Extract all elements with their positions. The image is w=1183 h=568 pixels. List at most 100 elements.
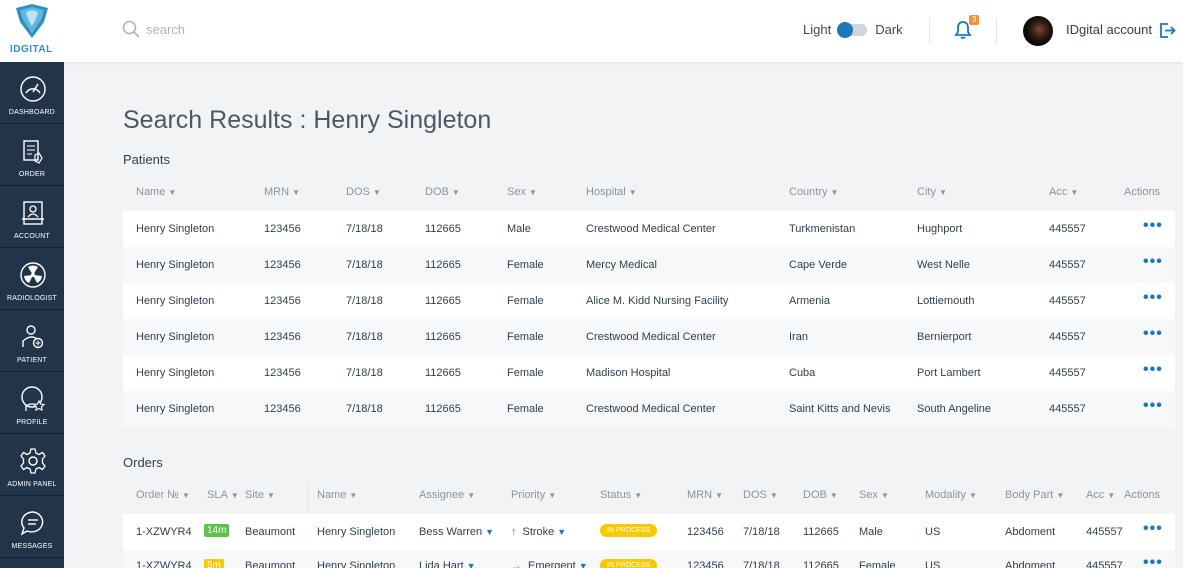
column-header-acc[interactable]: Acc ▼ [1049,186,1078,198]
cell-city: West Nelle [917,259,970,271]
theme-switch: Light Dark [803,21,903,38]
theme-toggle[interactable] [837,21,868,38]
column-header-priority[interactable]: Priority ▼ [511,489,556,501]
column-header-hospital[interactable]: Hospital ▼ [586,186,637,198]
column-header-mrn[interactable]: MRN ▼ [264,186,300,198]
sidebar-item-profile[interactable]: PROFILE [0,372,64,434]
more-actions-icon[interactable]: ••• [1143,290,1163,306]
cell-name[interactable]: Henry Singleton [136,223,214,235]
sidebar-item-patient[interactable]: PATIENT [0,310,64,372]
table-row[interactable]: 1-XZWYR4 14m Beaumont Henry Singleton Be… [123,514,1175,550]
cell-name[interactable]: Henry Singleton [136,367,214,379]
column-header-sex[interactable]: Sex ▼ [859,489,889,501]
cell-body-part: Abdoment [1005,560,1056,568]
more-actions-icon[interactable]: ••• [1143,398,1163,414]
column-header-assignee[interactable]: Assignee ▼ [419,489,475,501]
table-row[interactable]: Henry Singleton 123456 7/18/18 112665 Fe… [123,391,1175,427]
cell-hospital: Crestwood Medical Center [586,331,716,343]
top-bar: IDGITAL search Light Dark 3 IDgital acco… [0,0,1183,62]
priority-dropdown[interactable]: ↑ Stroke ▼ [511,526,566,538]
column-header-name[interactable]: Name ▼ [136,186,176,198]
column-header-dob[interactable]: DOB ▼ [803,489,838,501]
table-row[interactable]: Henry Singleton 123456 7/18/18 112665 Fe… [123,355,1175,391]
column-header-modality[interactable]: Modality ▼ [925,489,977,501]
more-actions-icon[interactable]: ••• [1143,555,1163,568]
cell-name[interactable]: Henry Singleton [136,295,214,307]
cell-name[interactable]: Henry Singleton [136,403,214,415]
logout-icon[interactable] [1159,22,1176,39]
table-row[interactable]: Henry Singleton 123456 7/18/18 112665 Fe… [123,283,1175,319]
sidebar-item-label: ACCOUNT [13,233,50,240]
sort-caret-icon: ▼ [349,491,358,500]
cell-order-number[interactable]: 1-XZWYR4 [136,526,192,538]
cell-city: Bernierport [917,331,972,343]
column-header-dos[interactable]: DOS ▼ [346,186,381,198]
column-header-country[interactable]: Country ▼ [789,186,838,198]
sidebar-item-admin-panel[interactable]: ADMIN PANEL [0,434,64,496]
cell-name[interactable]: Henry Singleton [136,259,214,271]
column-header-status[interactable]: Status ▼ [600,489,642,501]
column-header-site[interactable]: Site ▼ [245,489,275,501]
page-title: Search Results : Henry Singleton [123,106,492,134]
sidebar-item-messages[interactable]: MESSAGES [0,496,64,558]
more-actions-icon[interactable]: ••• [1143,521,1163,537]
column-header-dos[interactable]: DOS ▼ [743,489,778,501]
cell-order-number[interactable]: 1-XZWYR4 [136,560,192,568]
status-badge: IN PROCESS [600,559,658,568]
sidebar-item-radiologist[interactable]: RADIOLOGIST [0,248,64,310]
divider [996,18,997,44]
sidebar-item-order[interactable]: ORDER [0,124,64,186]
sidebar-item-label: PATIENT [17,357,47,364]
more-actions-icon[interactable]: ••• [1143,254,1163,270]
sidebar: DASHBOARD ORDER ACCOUNT RADIOLOGIST PATI… [0,62,64,568]
assignee-dropdown[interactable]: Bess Warren ▼ [419,526,494,538]
column-header-dob[interactable]: DOB ▼ [425,186,460,198]
table-row[interactable]: Henry Singleton 123456 7/18/18 112665 Ma… [123,211,1175,247]
cell-mrn: 123456 [687,560,724,568]
avatar[interactable] [1023,16,1053,46]
sort-caret-icon: ▼ [168,188,177,197]
sidebar-item-dashboard[interactable]: DASHBOARD [0,62,64,124]
cell-mrn: 123456 [264,331,301,343]
cell-name[interactable]: Henry Singleton [136,331,214,343]
patients-section-title: Patients [123,152,170,167]
column-header-acc[interactable]: Acc ▼ [1086,489,1115,501]
more-actions-icon[interactable]: ••• [1143,362,1163,378]
assignee-dropdown[interactable]: Lida Hart ▼ [419,560,476,568]
cell-hospital: Alice M. Kidd Nursing Facility [586,295,729,307]
search-icon [122,20,140,38]
more-actions-icon[interactable]: ••• [1143,326,1163,342]
table-row[interactable]: Henry Singleton 123456 7/18/18 112665 Fe… [123,319,1175,355]
sidebar-item-label: RADIOLOGIST [6,295,58,302]
priority-dropdown[interactable]: → Emergent ▼ [511,560,588,568]
search-box[interactable]: search [122,20,185,38]
search-input[interactable]: search [146,22,185,37]
divider [929,18,930,44]
table-row[interactable]: Henry Singleton 123456 7/18/18 112665 Fe… [123,247,1175,283]
brand-logo[interactable]: IDGITAL [0,0,64,62]
column-header-order[interactable]: Order № ▼ [136,489,190,501]
column-header-body-part[interactable]: Body Part ▼ [1005,489,1064,501]
cell-acc: 445557 [1049,259,1086,271]
cell-acc: 445557 [1049,295,1086,307]
column-header-sla[interactable]: SLA ▼ [207,489,239,501]
cell-dob: 112665 [803,560,839,568]
column-header-mrn[interactable]: MRN ▼ [687,489,723,501]
cell-country: Iran [789,331,808,343]
cell-sex: Male [859,526,883,538]
sort-caret-icon: ▼ [1107,491,1116,500]
cell-dob: 112665 [803,526,839,538]
sort-caret-icon: ▼ [1056,491,1065,500]
orders-table-header: Order № ▼ SLA ▼ Site ▼ Name ▼ Assignee ▼ Prio… [123,489,1175,509]
column-header-city[interactable]: City ▼ [917,186,947,198]
table-row[interactable]: 1-XZWYR4 5m Beaumont Henry Singleton Lid… [123,550,1175,568]
logo-text: IDGITAL [10,44,53,55]
sidebar-item-account[interactable]: ACCOUNT [0,186,64,248]
more-actions-icon[interactable]: ••• [1143,218,1163,234]
account-name[interactable]: IDgital account [1066,22,1152,37]
chevron-down-icon: ▼ [578,561,588,568]
sort-caret-icon: ▼ [230,491,239,500]
column-header-name[interactable]: Name ▼ [317,489,357,501]
cell-dob: 112665 [425,295,461,307]
column-header-sex[interactable]: Sex ▼ [507,186,537,198]
